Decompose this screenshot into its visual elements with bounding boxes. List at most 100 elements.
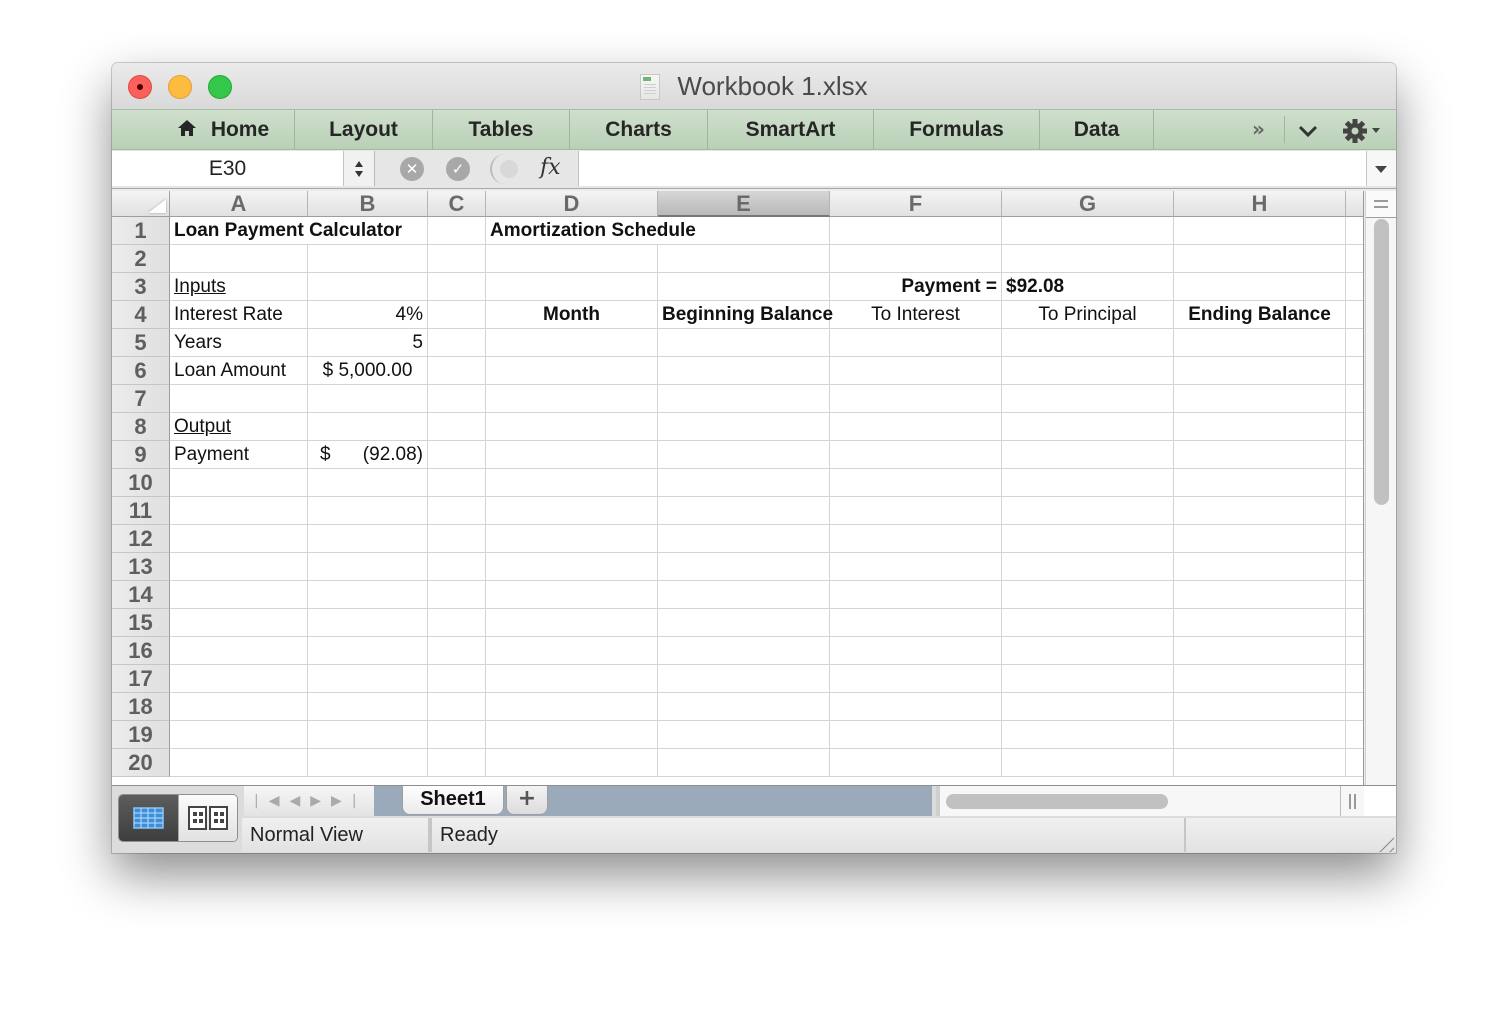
- cell-h14[interactable]: [1174, 581, 1346, 609]
- cell-g20[interactable]: [1002, 749, 1174, 777]
- cell-a15[interactable]: [170, 609, 308, 637]
- cell-a12[interactable]: [170, 525, 308, 553]
- cell-c13[interactable]: [428, 553, 486, 581]
- cell-e12[interactable]: [658, 525, 830, 553]
- cell-g8[interactable]: [1002, 413, 1174, 441]
- cell-e11[interactable]: [658, 497, 830, 525]
- cell-d9[interactable]: [486, 441, 658, 469]
- cell-d5[interactable]: [486, 329, 658, 357]
- tab-layout[interactable]: Layout: [295, 110, 433, 149]
- cell-a14[interactable]: [170, 581, 308, 609]
- cell-e20[interactable]: [658, 749, 830, 777]
- cell-b3[interactable]: [308, 273, 428, 301]
- row-header-10[interactable]: 10: [112, 469, 170, 497]
- cell-g17[interactable]: [1002, 665, 1174, 693]
- cell-b18[interactable]: [308, 693, 428, 721]
- vertical-scrollbar[interactable]: [1365, 191, 1396, 785]
- cell-b8[interactable]: [308, 413, 428, 441]
- cell-f17[interactable]: [830, 665, 1002, 693]
- row-header-20[interactable]: 20: [112, 749, 170, 777]
- cell-b6[interactable]: $ 5,000.00: [308, 357, 428, 385]
- cell-i15[interactable]: [1346, 609, 1364, 637]
- cell-d8[interactable]: [486, 413, 658, 441]
- cell-g4[interactable]: To Principal: [1002, 301, 1174, 329]
- cell-e14[interactable]: [658, 581, 830, 609]
- cell-f13[interactable]: [830, 553, 1002, 581]
- cell-d6[interactable]: [486, 357, 658, 385]
- row-header-3[interactable]: 3: [112, 273, 170, 301]
- cell-d16[interactable]: [486, 637, 658, 665]
- cell-i14[interactable]: [1346, 581, 1364, 609]
- cell-b16[interactable]: [308, 637, 428, 665]
- cell-d7[interactable]: [486, 385, 658, 413]
- cell-h3[interactable]: [1174, 273, 1346, 301]
- tab-formulas[interactable]: Formulas: [874, 110, 1040, 149]
- cell-g10[interactable]: [1002, 469, 1174, 497]
- cell-d4[interactable]: Month: [486, 301, 658, 329]
- cell-i2[interactable]: [1346, 245, 1364, 273]
- name-box[interactable]: E30: [112, 151, 344, 186]
- cell-f4[interactable]: To Interest: [830, 301, 1002, 329]
- cell-a16[interactable]: [170, 637, 308, 665]
- cell-a7[interactable]: [170, 385, 308, 413]
- cell-e9[interactable]: [658, 441, 830, 469]
- cell-i16[interactable]: [1346, 637, 1364, 665]
- cell-c10[interactable]: [428, 469, 486, 497]
- cell-d18[interactable]: [486, 693, 658, 721]
- cell-c7[interactable]: [428, 385, 486, 413]
- cell-b4[interactable]: 4%: [308, 301, 428, 329]
- select-all-corner[interactable]: [112, 191, 170, 217]
- cell-h20[interactable]: [1174, 749, 1346, 777]
- cell-i3[interactable]: [1346, 273, 1364, 301]
- cell-f18[interactable]: [830, 693, 1002, 721]
- cell-f1[interactable]: [830, 217, 1002, 245]
- row-header-9[interactable]: 9: [112, 441, 170, 469]
- cell-g3[interactable]: $92.08: [1002, 273, 1174, 301]
- cell-d12[interactable]: [486, 525, 658, 553]
- cell-h2[interactable]: [1174, 245, 1346, 273]
- cell-e6[interactable]: [658, 357, 830, 385]
- name-box-stepper[interactable]: [344, 151, 375, 186]
- cell-b1[interactable]: [308, 217, 428, 245]
- cell-c6[interactable]: [428, 357, 486, 385]
- row-header-2[interactable]: 2: [112, 245, 170, 273]
- cell-c19[interactable]: [428, 721, 486, 749]
- cell-g2[interactable]: [1002, 245, 1174, 273]
- cell-h19[interactable]: [1174, 721, 1346, 749]
- sheet-tab-sheet1[interactable]: Sheet1: [402, 786, 504, 815]
- first-sheet-icon[interactable]: |◀: [254, 793, 289, 809]
- cell-h5[interactable]: [1174, 329, 1346, 357]
- cell-b14[interactable]: [308, 581, 428, 609]
- cell-f6[interactable]: [830, 357, 1002, 385]
- cell-h8[interactable]: [1174, 413, 1346, 441]
- cell-g15[interactable]: [1002, 609, 1174, 637]
- cell-d10[interactable]: [486, 469, 658, 497]
- column-header-d[interactable]: D: [486, 191, 658, 217]
- cell-h10[interactable]: [1174, 469, 1346, 497]
- row-header-18[interactable]: 18: [112, 693, 170, 721]
- cell-i4[interactable]: [1346, 301, 1364, 329]
- cell-b15[interactable]: [308, 609, 428, 637]
- cell-d15[interactable]: [486, 609, 658, 637]
- cell-b19[interactable]: [308, 721, 428, 749]
- cell-f7[interactable]: [830, 385, 1002, 413]
- cancel-x-icon[interactable]: ✕: [400, 157, 424, 181]
- next-sheet-icon[interactable]: ▶: [310, 793, 331, 809]
- cell-i13[interactable]: [1346, 553, 1364, 581]
- column-header-f[interactable]: F: [830, 191, 1002, 217]
- cell-f15[interactable]: [830, 609, 1002, 637]
- prev-sheet-icon[interactable]: ◀: [289, 793, 310, 809]
- cell-a10[interactable]: [170, 469, 308, 497]
- cell-e10[interactable]: [658, 469, 830, 497]
- cell-g1[interactable]: [1002, 217, 1174, 245]
- tab-charts[interactable]: Charts: [570, 110, 708, 149]
- cell-e16[interactable]: [658, 637, 830, 665]
- row-header-8[interactable]: 8: [112, 413, 170, 441]
- cell-a11[interactable]: [170, 497, 308, 525]
- row-header-13[interactable]: 13: [112, 553, 170, 581]
- cell-i20[interactable]: [1346, 749, 1364, 777]
- cell-h18[interactable]: [1174, 693, 1346, 721]
- cell-f20[interactable]: [830, 749, 1002, 777]
- formula-input[interactable]: [578, 151, 1366, 186]
- cell-b5[interactable]: 5: [308, 329, 428, 357]
